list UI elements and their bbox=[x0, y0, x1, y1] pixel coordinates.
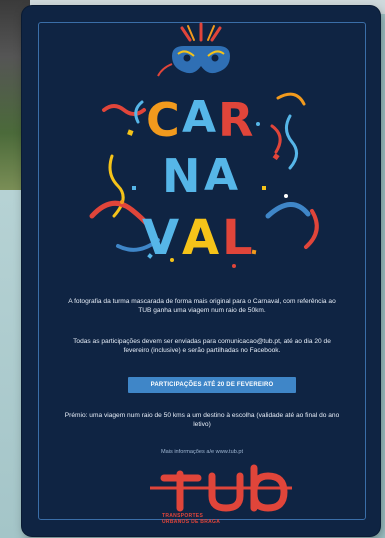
headline-letter-c: C bbox=[146, 93, 180, 147]
headline-letter-a2: A bbox=[204, 150, 238, 201]
headline-letter-a3: A bbox=[182, 210, 219, 266]
headline-letter-l: L bbox=[222, 210, 253, 266]
carnaval-poster: C A R N A V A L A fotografia da turma ma… bbox=[22, 6, 380, 536]
tub-logo bbox=[150, 464, 292, 512]
headline-letter-n: N bbox=[162, 149, 201, 203]
submission-instructions: Todas as participações devem ser enviada… bbox=[73, 338, 331, 354]
logo-subtitle: TRANSPORTES URBANOS DE BRAGA bbox=[162, 513, 282, 525]
carnaval-headline: C A R N A V A L bbox=[142, 92, 253, 266]
headline-letter-r: R bbox=[218, 93, 253, 147]
deadline-banner: PARTICIPAÇÕES ATÉ 20 DE FEVEREIRO bbox=[128, 377, 296, 393]
headline-letter-v: V bbox=[142, 210, 179, 266]
carnaval-artwork: C A R N A V A L bbox=[89, 22, 319, 268]
headline-letter-a1: A bbox=[182, 92, 216, 143]
more-info-link[interactable]: Mais informações a/e www.tub.pt bbox=[62, 449, 342, 455]
prize-description: Prémio: uma viagem num raio de 50 kms a … bbox=[64, 412, 340, 428]
carnival-mask-icon bbox=[157, 22, 230, 77]
logo-subtitle-line-2: URBANOS DE BRAGA bbox=[162, 519, 221, 525]
contest-description: A fotografia da turma mascarada de forma… bbox=[68, 298, 336, 314]
